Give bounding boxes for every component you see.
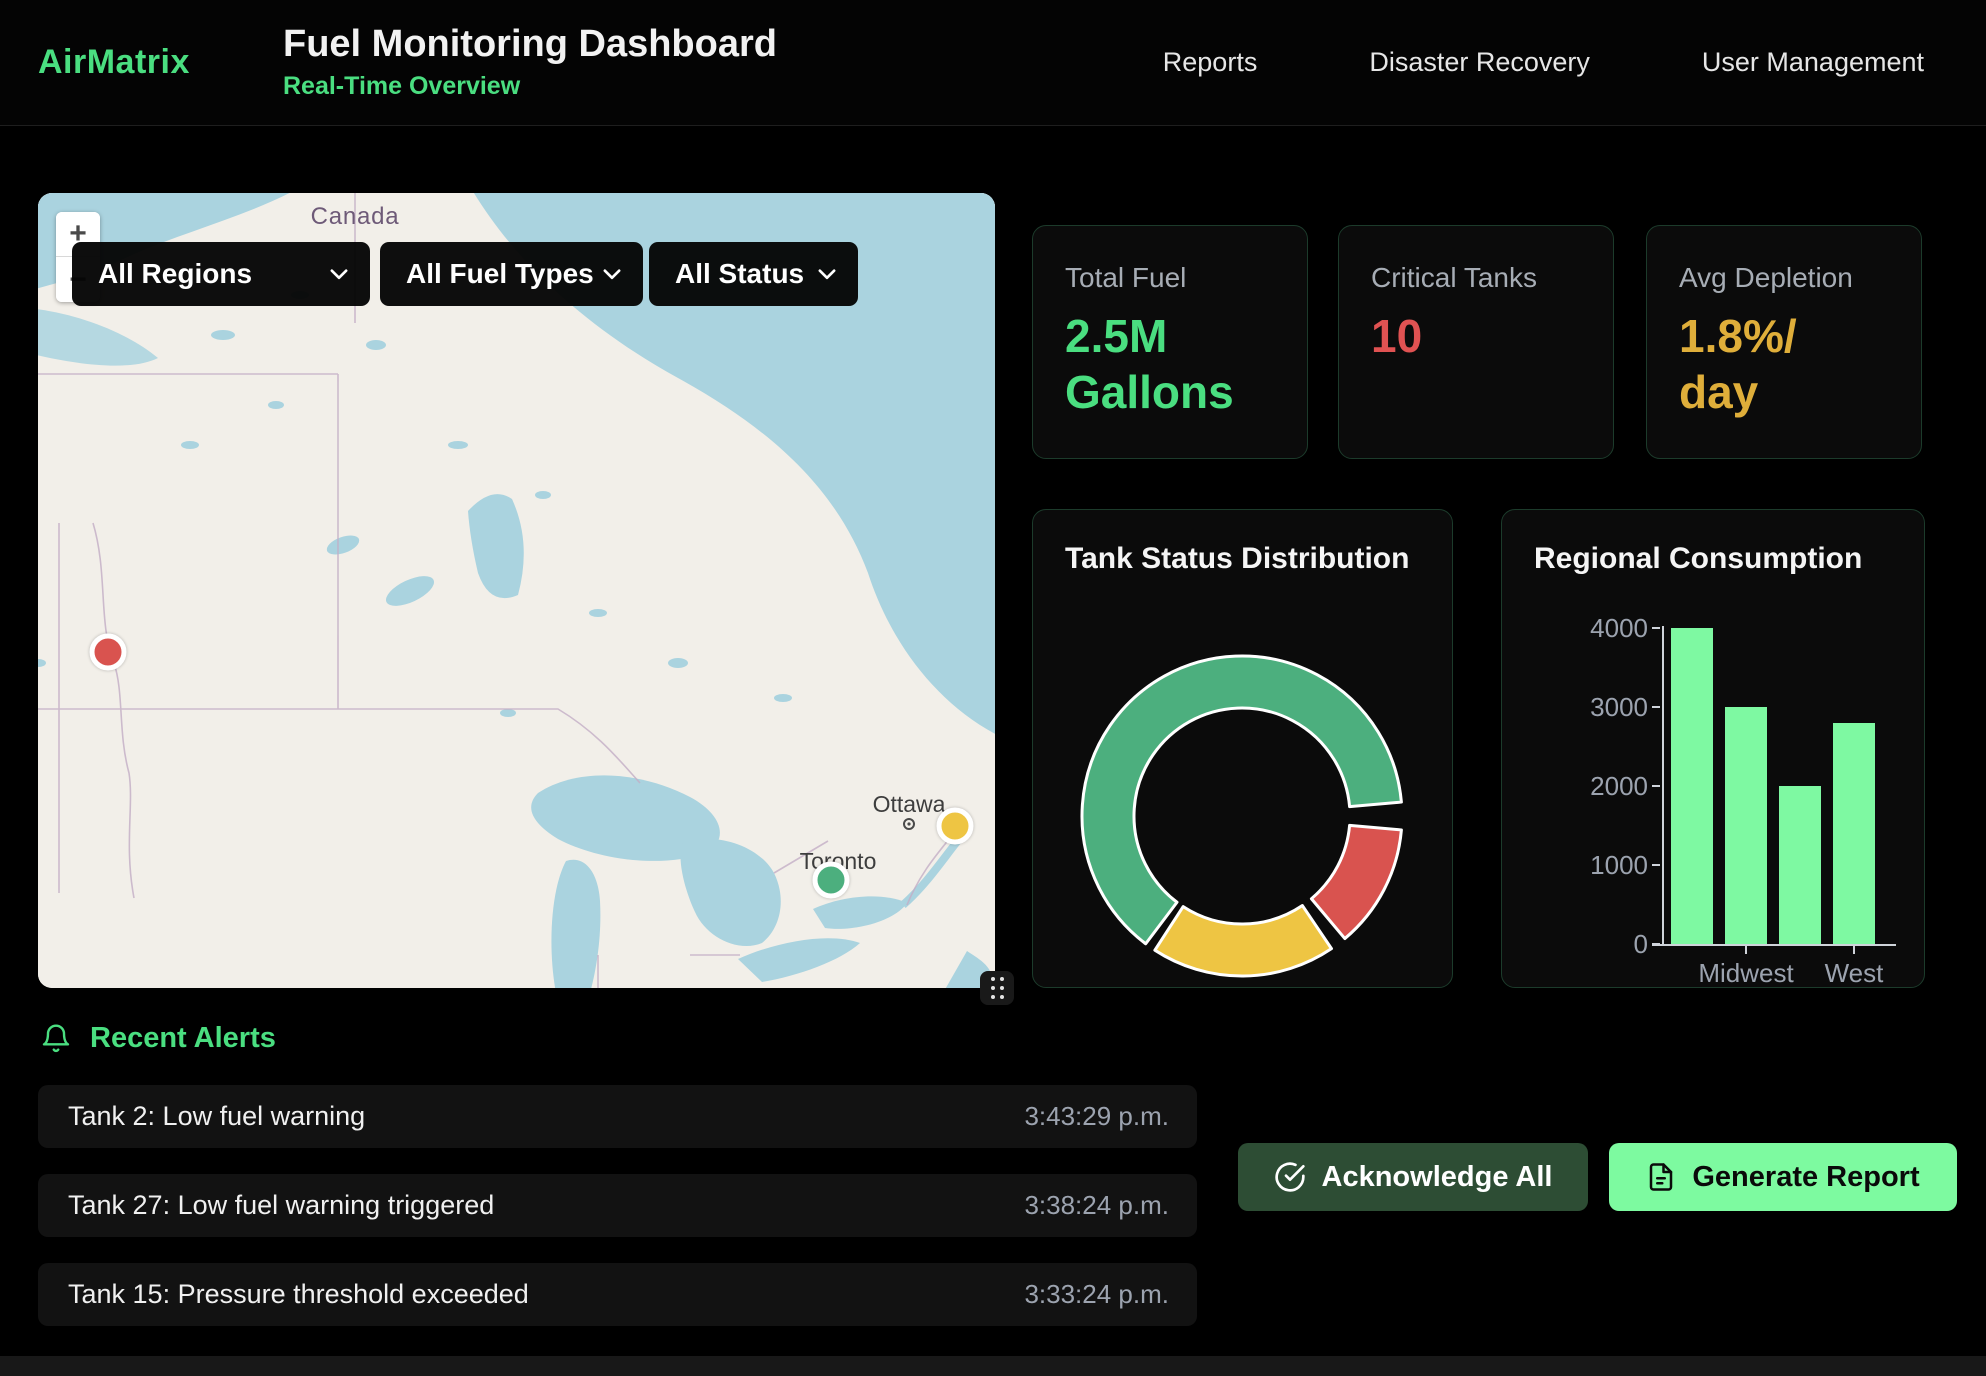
region-filter-dropdown[interactable]: All Regions [72, 242, 370, 306]
status-filter-dropdown[interactable]: All Status [649, 242, 858, 306]
alert-time: 3:38:24 p.m. [1024, 1190, 1169, 1221]
fuel-monitoring-dashboard: AirMatrix Fuel Monitoring Dashboard Real… [0, 0, 1986, 1376]
y-tick-label: 4000 [1502, 613, 1648, 643]
tank-marker-normal[interactable] [813, 862, 850, 899]
recent-alerts-header: Recent Alerts [40, 1022, 276, 1055]
y-axis-line [1662, 626, 1664, 946]
main-nav: Reports Disaster Recovery User Managemen… [1163, 47, 1986, 78]
nav-disaster-recovery[interactable]: Disaster Recovery [1369, 47, 1590, 78]
x-tick-label: West [1774, 958, 1934, 989]
page-title: Fuel Monitoring Dashboard [283, 24, 777, 66]
fuel-type-filter-dropdown[interactable]: All Fuel Types [380, 242, 643, 306]
stat-label: Critical Tanks [1371, 262, 1581, 294]
y-tick-label: 1000 [1502, 850, 1648, 880]
tank-map[interactable]: Canada Ottawa Toronto New York + − All R… [38, 193, 995, 988]
map-label-ottawa: Ottawa [873, 791, 946, 818]
tank-marker-warning[interactable] [937, 808, 974, 845]
alert-message: Tank 2: Low fuel warning [68, 1101, 365, 1132]
acknowledge-all-button[interactable]: Acknowledge All [1238, 1143, 1588, 1211]
nav-user-management[interactable]: User Management [1702, 47, 1924, 78]
alert-time: 3:43:29 p.m. [1024, 1101, 1169, 1132]
header: AirMatrix Fuel Monitoring Dashboard Real… [0, 0, 1986, 126]
alert-time: 3:33:24 p.m. [1024, 1279, 1169, 1310]
document-icon [1646, 1162, 1676, 1192]
tank-marker-critical[interactable] [90, 634, 127, 671]
resize-drag-handle[interactable] [980, 971, 1014, 1005]
region-filter-value: All Regions [98, 258, 252, 290]
tank-status-donut [1072, 646, 1412, 986]
chevron-down-icon [330, 269, 348, 280]
bell-icon [40, 1023, 72, 1055]
y-tick-mark [1652, 627, 1660, 629]
y-tick-mark [1652, 785, 1660, 787]
generate-report-label: Generate Report [1692, 1161, 1919, 1194]
check-circle-icon [1274, 1161, 1306, 1193]
tank-status-card: Tank Status Distribution [1032, 509, 1453, 988]
y-tick-mark [1652, 706, 1660, 708]
stat-value: 1.8%/day [1679, 308, 1811, 420]
map-label-canada: Canada [311, 203, 400, 231]
stat-label: Avg Depletion [1679, 262, 1889, 294]
ottawa-city-marker [902, 817, 916, 831]
alert-message: Tank 15: Pressure threshold exceeded [68, 1279, 529, 1310]
fuel-type-filter-value: All Fuel Types [406, 258, 594, 290]
chart-title: Tank Status Distribution [1065, 542, 1409, 576]
alert-row: Tank 27: Low fuel warning triggered 3:38… [38, 1174, 1197, 1237]
stat-value: 10 [1371, 308, 1581, 364]
x-tick-mark [1853, 946, 1855, 954]
generate-report-button[interactable]: Generate Report [1609, 1143, 1957, 1211]
bar-2 [1779, 786, 1821, 944]
bar-0 [1671, 628, 1713, 944]
map-filters: All Regions All Fuel Types All Status [38, 242, 995, 306]
recent-alerts-title: Recent Alerts [90, 1022, 276, 1055]
y-tick-label: 2000 [1502, 771, 1648, 801]
donut-segment-warning [1155, 906, 1332, 976]
nav-reports[interactable]: Reports [1163, 47, 1258, 78]
alert-row: Tank 2: Low fuel warning 3:43:29 p.m. [38, 1085, 1197, 1148]
chart-title: Regional Consumption [1534, 542, 1862, 576]
bar-3 [1833, 723, 1875, 944]
stat-label: Total Fuel [1065, 262, 1275, 294]
donut-segment-critical [1311, 825, 1401, 938]
chevron-down-icon [603, 269, 621, 280]
stat-card-total-fuel: Total Fuel 2.5M Gallons [1032, 225, 1308, 459]
bottom-bar [0, 1356, 1986, 1376]
stat-card-avg-depletion: Avg Depletion 1.8%/day [1646, 225, 1922, 459]
y-tick-mark [1652, 864, 1660, 866]
x-axis-line [1652, 944, 1896, 946]
x-tick-mark [1745, 946, 1747, 954]
title-block: Fuel Monitoring Dashboard Real-Time Over… [283, 24, 777, 102]
bar-1 [1725, 707, 1767, 944]
page-subtitle: Real-Time Overview [283, 72, 777, 101]
grip-dots-icon [991, 977, 1004, 999]
regional-bar-plot: 01000200030004000MidwestWest [1502, 610, 1926, 989]
alert-message: Tank 27: Low fuel warning triggered [68, 1190, 494, 1221]
acknowledge-all-label: Acknowledge All [1322, 1161, 1553, 1194]
chevron-down-icon [818, 269, 836, 280]
status-filter-value: All Status [675, 258, 804, 290]
stat-card-critical-tanks: Critical Tanks 10 [1338, 225, 1614, 459]
y-tick-label: 0 [1502, 929, 1648, 959]
stat-value: 2.5M Gallons [1065, 308, 1275, 420]
y-tick-label: 3000 [1502, 692, 1648, 722]
alert-row: Tank 15: Pressure threshold exceeded 3:3… [38, 1263, 1197, 1326]
app-logo: AirMatrix [38, 43, 283, 82]
regional-consumption-card: Regional Consumption 01000200030004000Mi… [1501, 509, 1925, 988]
